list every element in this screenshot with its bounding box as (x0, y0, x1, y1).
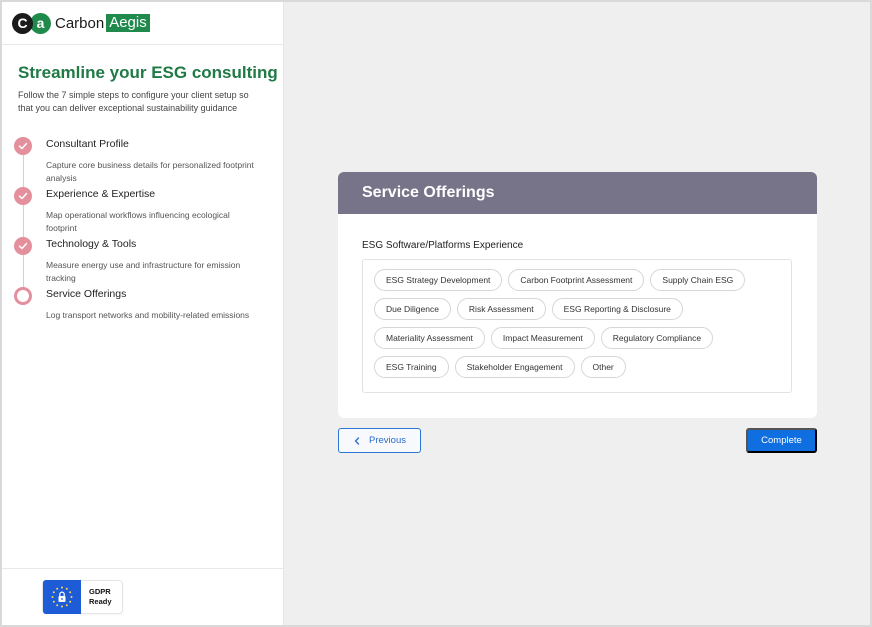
option-chip[interactable]: Other (580, 356, 626, 378)
option-chip[interactable]: Regulatory Compliance (600, 327, 714, 349)
step-title: Experience & Expertise (46, 188, 156, 200)
option-chip[interactable]: Impact Measurement (490, 327, 595, 349)
option-chip[interactable]: Carbon Footprint Assessment (508, 269, 645, 291)
previous-button-label: Previous (369, 435, 406, 446)
gdpr-badge: GDPR Ready (42, 580, 123, 614)
gdpr-label: GDPR (89, 587, 111, 596)
chevron-left-icon (354, 436, 360, 445)
service-offerings-card: Service Offerings ESG Software/Platforms… (338, 172, 817, 418)
sidebar-footer: GDPR Ready (2, 568, 283, 625)
option-chip[interactable]: Stakeholder Engagement (454, 356, 575, 378)
check-icon (14, 237, 32, 255)
step-description: Log transport networks and mobility-rela… (46, 310, 250, 320)
card-title: Service Offerings (362, 184, 495, 201)
main-content: Service Offerings ESG Software/Platforms… (284, 2, 870, 625)
sidebar-subtext: Follow the 7 simple steps to configure y… (18, 90, 249, 113)
step-description: Capture core business details for person… (46, 160, 254, 183)
lock-icon (43, 580, 81, 614)
step-connector (22, 255, 24, 287)
option-chip[interactable]: Supply Chain ESG (650, 269, 746, 291)
logo-mark-c: C (12, 12, 33, 34)
field-label: ESG Software/Platforms Experience (362, 240, 524, 251)
logo-mark-a: a (30, 12, 51, 34)
step-connector (22, 155, 24, 187)
step-experience-expertise[interactable]: Experience & Expertise Map operational w… (14, 187, 283, 237)
brand-name-carbon: Carbon (55, 14, 105, 32)
option-chip[interactable]: Due Diligence (374, 298, 451, 320)
card-header: Service Offerings (338, 172, 817, 214)
option-chip[interactable]: ESG Training (374, 356, 449, 378)
logo: C a Carbon Aegis (2, 2, 283, 45)
step-list: Consultant Profile Capture core business… (2, 137, 283, 325)
option-chip[interactable]: Risk Assessment (456, 298, 546, 320)
option-chip[interactable]: ESG Reporting & Disclosure (551, 298, 683, 320)
check-icon (14, 187, 32, 205)
step-connector (22, 205, 24, 237)
complete-button[interactable]: Complete (746, 428, 817, 453)
step-description: Measure energy use and infrastructure fo… (46, 260, 241, 283)
option-chip-group: ESG Strategy Development Carbon Footprin… (362, 259, 792, 393)
step-consultant-profile[interactable]: Consultant Profile Capture core business… (14, 137, 283, 187)
check-icon (14, 137, 32, 155)
previous-button[interactable]: Previous (338, 428, 421, 453)
step-title: Consultant Profile (46, 138, 129, 150)
option-chip[interactable]: ESG Strategy Development (374, 269, 503, 291)
gdpr-sublabel: Ready (89, 597, 112, 606)
step-technology-tools[interactable]: Technology & Tools Measure energy use an… (14, 237, 283, 287)
logo-mark: C a (12, 12, 51, 34)
brand-name-aegis: Aegis (106, 14, 150, 32)
step-description: Map operational workflows influencing ec… (46, 210, 230, 233)
step-title: Technology & Tools (46, 238, 137, 250)
sidebar: C a Carbon Aegis Streamline your ESG con… (2, 2, 284, 625)
option-chip[interactable]: Materiality Assessment (374, 327, 485, 349)
step-title: Service Offerings (46, 288, 127, 300)
current-step-ring-icon (14, 287, 32, 305)
app-frame: C a Carbon Aegis Streamline your ESG con… (0, 0, 872, 627)
sidebar-headline: Streamline your ESG consulting (18, 63, 278, 82)
step-service-offerings[interactable]: Service Offerings Log transport networks… (14, 287, 283, 325)
